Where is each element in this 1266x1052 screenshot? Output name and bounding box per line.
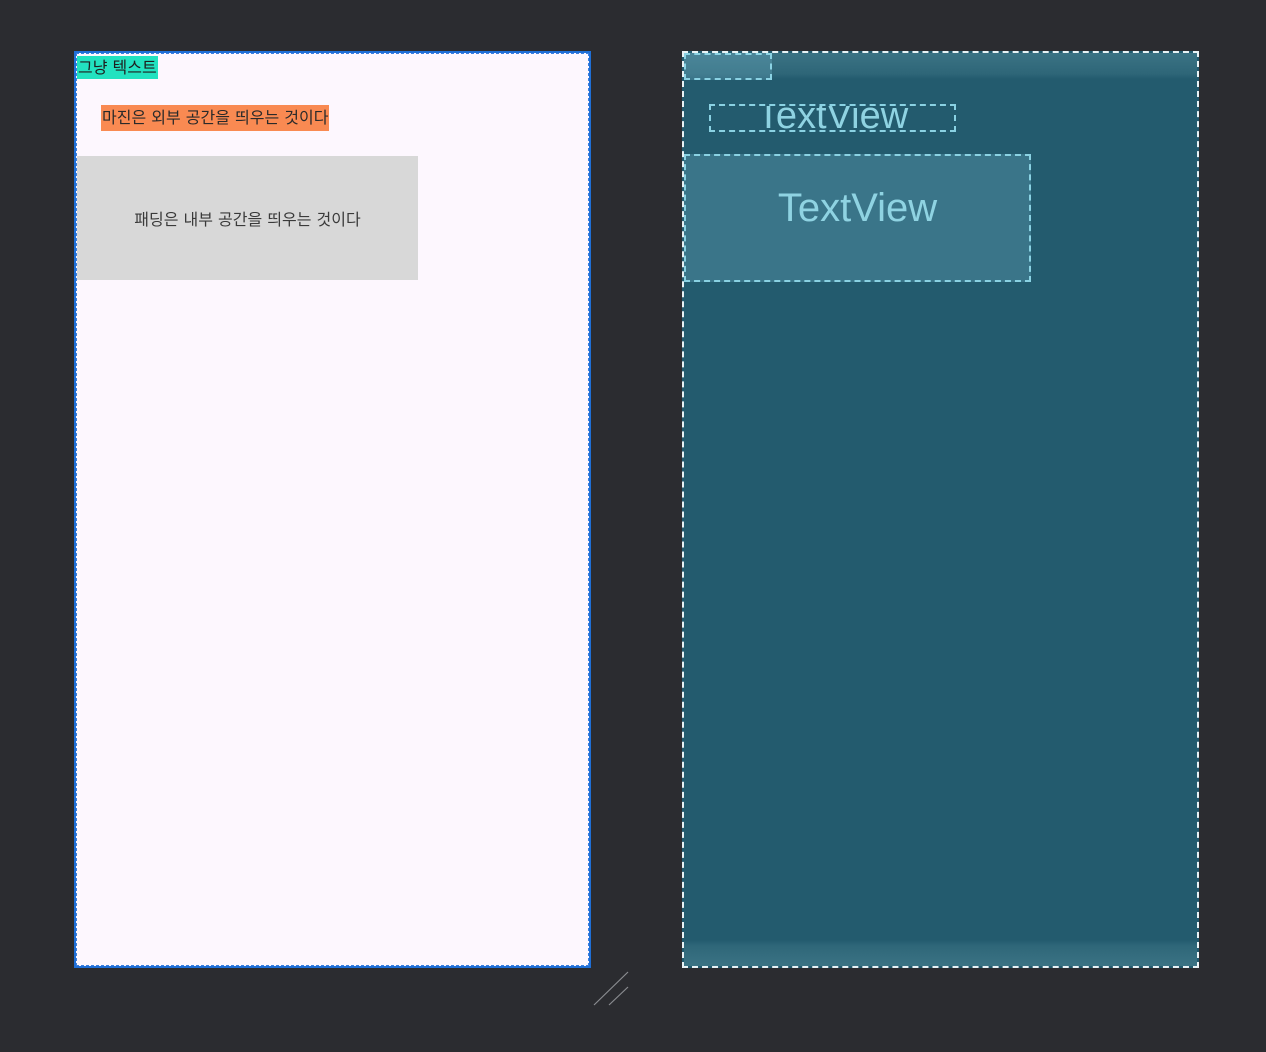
padding-textview[interactable]: 패딩은 내부 공간을 띄우는 것이다 (77, 156, 418, 280)
plain-textview[interactable]: 그냥 텍스트 (77, 56, 158, 79)
blueprint-navigation-bar (684, 940, 1197, 966)
blueprint-surface[interactable]: TextView TextView (682, 51, 1199, 968)
blueprint-textview-margin[interactable]: TextView (709, 104, 956, 132)
margin-textview[interactable]: 마진은 외부 공간을 띄우는 것이다 (101, 105, 330, 131)
resize-handle-icon[interactable] (592, 970, 630, 1008)
design-screen[interactable]: 그냥 텍스트 마진은 외부 공간을 띄우는 것이다 패딩은 내부 공간을 띄우는… (76, 53, 589, 966)
blueprint-textview-padding-label: TextView (777, 186, 938, 230)
design-surface[interactable]: 그냥 텍스트 마진은 외부 공간을 띄우는 것이다 패딩은 내부 공간을 띄우는… (74, 51, 591, 968)
padding-textview-label: 패딩은 내부 공간을 띄우는 것이다 (134, 210, 361, 229)
blueprint-textview-margin-label: TextView (756, 104, 909, 132)
blueprint-textview-plain[interactable] (684, 53, 772, 80)
layout-editor-canvas: 그냥 텍스트 마진은 외부 공간을 띄우는 것이다 패딩은 내부 공간을 띄우는… (0, 0, 1266, 1052)
blueprint-textview-padding[interactable]: TextView (684, 154, 1031, 282)
